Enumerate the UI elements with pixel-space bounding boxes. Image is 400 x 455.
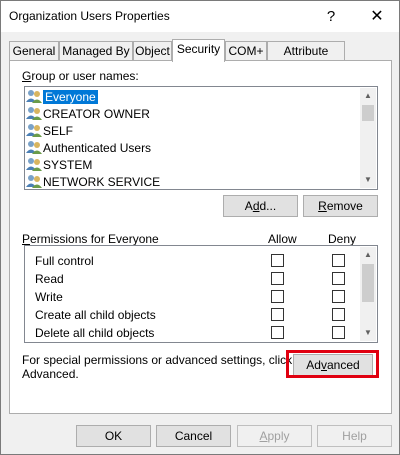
ok-button[interactable]: OK bbox=[76, 425, 151, 447]
scroll-thumb[interactable] bbox=[362, 264, 374, 302]
user-list-scrollbar[interactable]: ▲ ▼ bbox=[360, 88, 376, 188]
special-permissions-text: For special permissions or advanced sett… bbox=[22, 353, 293, 381]
allow-delete-child-checkbox[interactable] bbox=[271, 326, 284, 339]
deny-full-control-checkbox[interactable] bbox=[332, 254, 345, 267]
tab-object[interactable]: Object bbox=[133, 41, 172, 61]
user-group-icon bbox=[26, 106, 42, 120]
tab-security[interactable]: Security bbox=[172, 39, 225, 62]
list-item-network-service[interactable]: NETWORK SERVICE bbox=[26, 174, 160, 191]
list-item-everyone[interactable]: Everyone bbox=[26, 89, 98, 106]
permissions-scrollbar[interactable]: ▲ ▼ bbox=[360, 247, 376, 341]
deny-column-header: Deny bbox=[328, 232, 357, 246]
list-item-authenticated-users[interactable]: Authenticated Users bbox=[26, 140, 151, 157]
allow-read-checkbox[interactable] bbox=[271, 272, 284, 285]
permission-row-write: Write bbox=[35, 290, 63, 304]
allow-full-control-checkbox[interactable] bbox=[271, 254, 284, 267]
user-group-icon bbox=[26, 123, 42, 137]
advanced-highlight-box bbox=[286, 350, 379, 378]
allow-create-child-checkbox[interactable] bbox=[271, 308, 284, 321]
user-group-icon bbox=[26, 140, 42, 154]
allow-write-checkbox[interactable] bbox=[271, 290, 284, 303]
tab-general[interactable]: General bbox=[9, 41, 59, 61]
list-item-creator-owner[interactable]: CREATOR OWNER bbox=[26, 106, 150, 123]
user-group-icon bbox=[26, 174, 42, 188]
close-icon[interactable]: ✕ bbox=[355, 1, 399, 32]
apply-button[interactable]: Apply bbox=[237, 425, 312, 447]
add-button[interactable]: Add... bbox=[223, 195, 298, 217]
scroll-thumb[interactable] bbox=[362, 105, 374, 121]
tab-managed-by[interactable]: Managed By bbox=[59, 41, 133, 61]
permissions-list: Full control Read Write Create all child… bbox=[24, 245, 378, 343]
scroll-down-icon[interactable]: ▼ bbox=[360, 325, 376, 341]
scroll-down-icon[interactable]: ▼ bbox=[360, 172, 376, 188]
help-button[interactable]: Help bbox=[317, 425, 392, 447]
deny-delete-child-checkbox[interactable] bbox=[332, 326, 345, 339]
title-bar: Organization Users Properties ? ✕ bbox=[1, 1, 399, 32]
scroll-up-icon[interactable]: ▲ bbox=[360, 247, 376, 263]
user-list[interactable]: Everyone CREATOR OWNER SELF Authenticate… bbox=[24, 86, 378, 190]
window-title: Organization Users Properties bbox=[9, 9, 170, 23]
user-group-icon bbox=[26, 157, 42, 171]
allow-column-header: Allow bbox=[268, 232, 297, 246]
permission-row-delete-child: Delete all child objects bbox=[35, 326, 155, 340]
help-icon[interactable]: ? bbox=[309, 1, 353, 32]
permission-row-read: Read bbox=[35, 272, 64, 286]
list-item-self[interactable]: SELF bbox=[26, 123, 73, 140]
remove-button[interactable]: Remove bbox=[303, 195, 378, 217]
tab-attribute-editor[interactable]: Attribute Editor bbox=[267, 41, 345, 76]
properties-dialog: Organization Users Properties ? ✕ Genera… bbox=[0, 0, 400, 455]
deny-write-checkbox[interactable] bbox=[332, 290, 345, 303]
permission-row-full-control: Full control bbox=[35, 254, 94, 268]
list-item-system[interactable]: SYSTEM bbox=[26, 157, 92, 174]
deny-create-child-checkbox[interactable] bbox=[332, 308, 345, 321]
group-or-user-names-label: Group or user names: bbox=[22, 69, 139, 83]
deny-read-checkbox[interactable] bbox=[332, 272, 345, 285]
user-group-icon bbox=[26, 89, 42, 103]
permission-row-create-child: Create all child objects bbox=[35, 308, 156, 322]
cancel-button[interactable]: Cancel bbox=[156, 425, 231, 447]
permissions-label: Permissions for Everyone bbox=[22, 232, 159, 246]
tab-com-plus[interactable]: COM+ bbox=[225, 41, 267, 61]
scroll-up-icon[interactable]: ▲ bbox=[360, 88, 376, 104]
